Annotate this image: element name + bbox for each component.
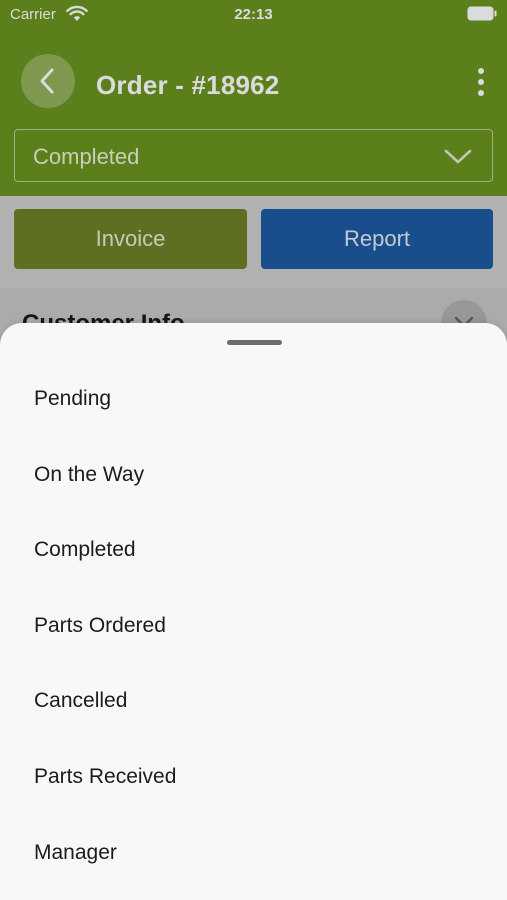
status-option-manager[interactable]: Manager (0, 815, 507, 891)
status-option-parts-received[interactable]: Parts Received (0, 739, 507, 815)
status-option-list: Pending On the Way Completed Parts Order… (0, 361, 507, 890)
status-picker-sheet: Pending On the Way Completed Parts Order… (0, 323, 507, 900)
status-option-parts-ordered[interactable]: Parts Ordered (0, 588, 507, 664)
status-option-pending[interactable]: Pending (0, 361, 507, 437)
status-option-completed[interactable]: Completed (0, 512, 507, 588)
status-option-cancelled[interactable]: Cancelled (0, 663, 507, 739)
drag-handle[interactable] (227, 340, 282, 345)
status-option-on-the-way[interactable]: On the Way (0, 437, 507, 513)
